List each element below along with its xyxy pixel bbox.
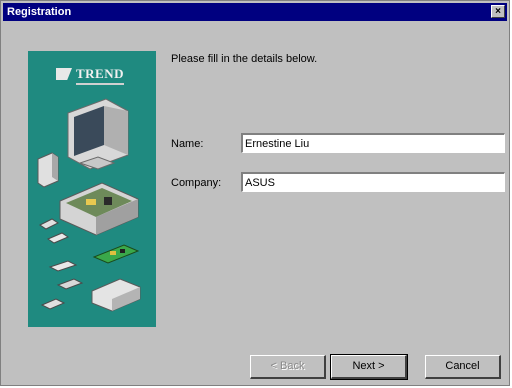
company-label-text: Company: xyxy=(171,177,222,189)
mouse-icon xyxy=(91,278,141,312)
window-title: Registration xyxy=(7,6,72,18)
instruction-text: Please fill in the details below. xyxy=(171,53,318,65)
name-label-text: Name: xyxy=(171,138,204,150)
next-button[interactable]: Next > xyxy=(330,354,408,380)
company-label: Company: xyxy=(171,177,221,189)
company-input[interactable] xyxy=(241,172,505,192)
title-bar[interactable]: Registration × xyxy=(3,3,507,21)
speaker-icon xyxy=(37,152,59,188)
drive-icon xyxy=(40,260,84,310)
side-illustration-panel: TREND xyxy=(28,51,156,327)
cancel-button[interactable]: Cancel xyxy=(425,355,501,379)
registration-dialog: Registration × TREND Please fill in the … xyxy=(0,0,510,386)
pc-case-icon xyxy=(59,182,139,236)
memory-chip-icon xyxy=(39,218,70,244)
hardware-illustration xyxy=(37,98,141,312)
computer-monitor-icon xyxy=(67,98,129,170)
close-icon[interactable]: × xyxy=(491,5,505,18)
circuit-board-icon xyxy=(92,244,140,264)
name-input[interactable] xyxy=(241,133,505,153)
name-label: Name: xyxy=(171,138,203,150)
back-button[interactable]: < Back xyxy=(250,355,326,379)
